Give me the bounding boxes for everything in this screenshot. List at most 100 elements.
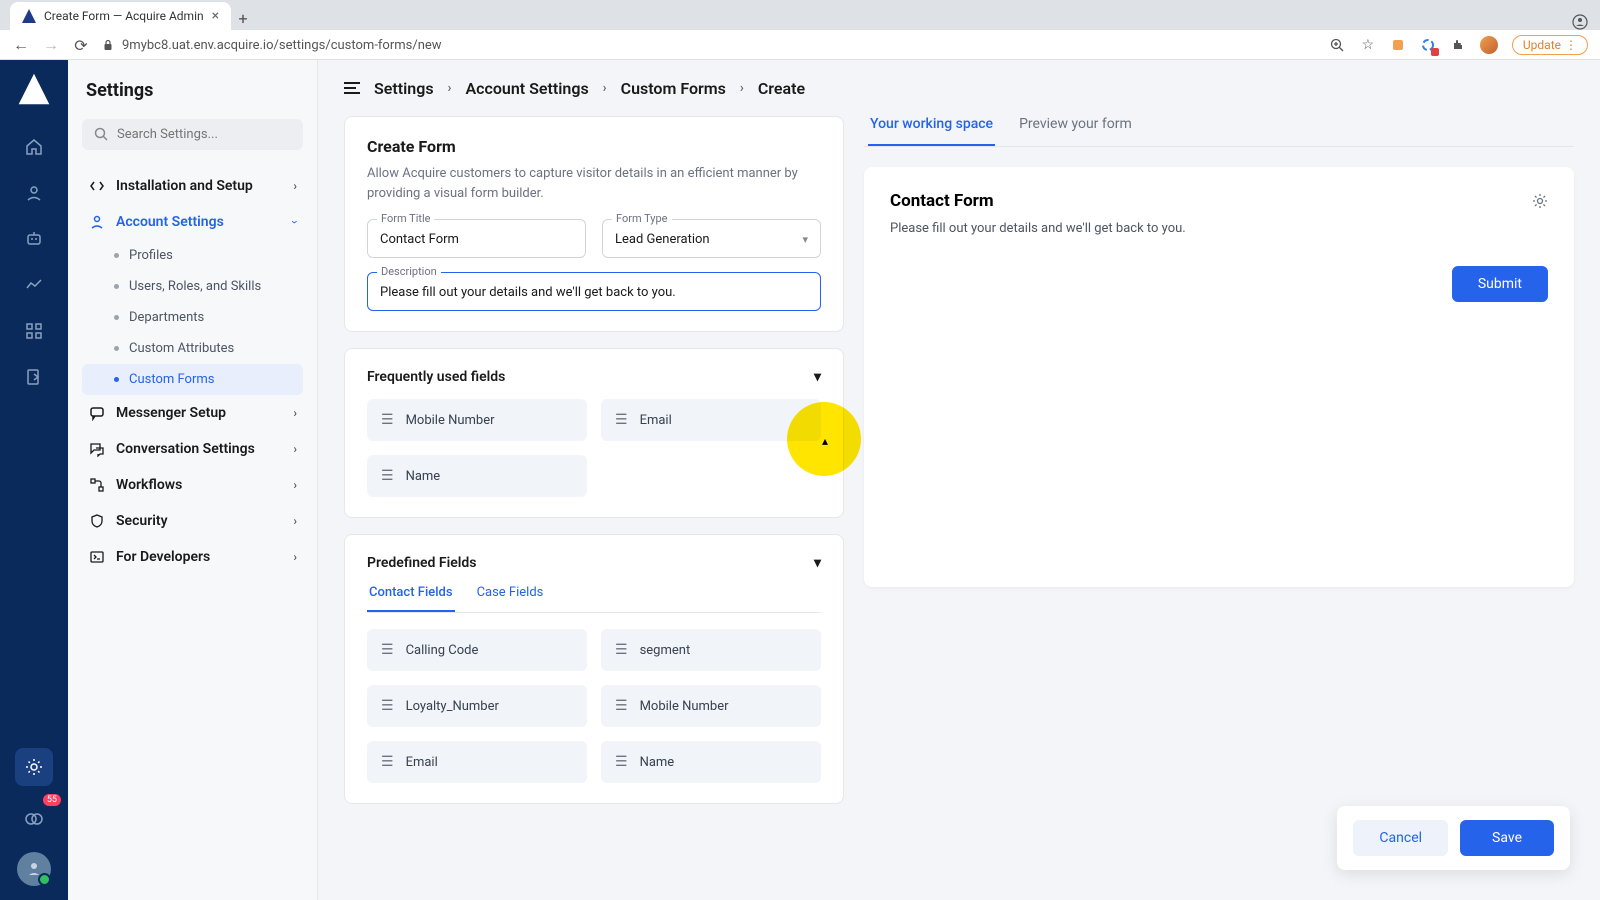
- breadcrumb: Settings › Account Settings › Custom For…: [374, 79, 805, 98]
- field-name[interactable]: ☰Name: [367, 455, 587, 497]
- drag-icon: ☰: [381, 412, 394, 428]
- crumb-account[interactable]: Account Settings: [465, 79, 588, 98]
- nav-conversation[interactable]: Conversation Settings ›: [82, 431, 303, 467]
- star-icon[interactable]: ☆: [1360, 37, 1376, 53]
- rail-settings-icon[interactable]: [15, 748, 53, 786]
- drag-icon: ☰: [381, 698, 394, 714]
- rail-user-avatar[interactable]: [17, 852, 51, 886]
- drag-icon: ☰: [381, 642, 394, 658]
- nav-custom-forms[interactable]: Custom Forms: [82, 364, 303, 395]
- nav-account-settings[interactable]: Account Settings ›: [82, 204, 303, 240]
- crumb-create: Create: [758, 79, 805, 98]
- field-loyalty[interactable]: ☰Loyalty_Number: [367, 685, 587, 727]
- nav-developers[interactable]: For Developers ›: [82, 539, 303, 575]
- drag-icon: ☰: [381, 468, 394, 484]
- cancel-button[interactable]: Cancel: [1353, 820, 1448, 856]
- rail-home-icon[interactable]: [15, 128, 53, 166]
- crumb-forms[interactable]: Custom Forms: [621, 79, 726, 98]
- drag-icon: ☰: [615, 754, 628, 770]
- field-email[interactable]: ☰Email: [601, 399, 821, 441]
- user-icon: [88, 214, 106, 230]
- nav-workflows[interactable]: Workflows ›: [82, 467, 303, 503]
- address-bar[interactable]: 9mybc8.uat.env.acquire.io/settings/custo…: [102, 38, 1318, 53]
- submit-button[interactable]: Submit: [1452, 266, 1548, 302]
- rail-analytics-icon[interactable]: [15, 266, 53, 304]
- profile-avatar-icon[interactable]: [1480, 36, 1498, 54]
- forward-button[interactable]: →: [42, 35, 60, 55]
- rail-bot-icon[interactable]: [15, 220, 53, 258]
- app-logo-icon[interactable]: [17, 72, 51, 106]
- favicon-icon: [22, 9, 36, 23]
- browser-tab[interactable]: Create Form — Acquire Admin ×: [10, 2, 231, 30]
- field-mobile[interactable]: ☰Mobile Number: [367, 399, 587, 441]
- save-button[interactable]: Save: [1460, 820, 1554, 856]
- notification-badge: 55: [43, 794, 61, 806]
- close-tab-icon[interactable]: ×: [212, 8, 219, 24]
- nav-rail: 55: [0, 60, 68, 900]
- nav-security[interactable]: Security ›: [82, 503, 303, 539]
- back-button[interactable]: ←: [12, 35, 30, 55]
- search-input[interactable]: [117, 127, 291, 142]
- gear-icon[interactable]: [1532, 193, 1548, 209]
- workflow-icon: [88, 477, 106, 493]
- drag-icon: ☰: [381, 754, 394, 770]
- chevron-right-icon: ›: [740, 81, 744, 96]
- chevron-down-icon[interactable]: ▾: [814, 369, 821, 385]
- extension2-icon[interactable]: [1420, 37, 1436, 53]
- drag-icon: ☰: [615, 698, 628, 714]
- zoom-icon[interactable]: [1330, 37, 1346, 53]
- rail-contacts-icon[interactable]: [15, 174, 53, 212]
- reload-button[interactable]: ⟳: [72, 36, 90, 55]
- tab-working-space[interactable]: Your working space: [868, 116, 995, 146]
- tab-preview-form[interactable]: Preview your form: [1017, 116, 1134, 146]
- form-type-label: Form Type: [612, 212, 672, 225]
- tab-contact-fields[interactable]: Contact Fields: [367, 585, 455, 612]
- field-name2[interactable]: ☰Name: [601, 741, 821, 783]
- create-form-card: Create Form Allow Acquire customers to c…: [344, 116, 844, 332]
- chevron-down-icon: ›: [288, 220, 302, 224]
- footer-actions: Cancel Save: [1337, 806, 1570, 870]
- rail-apps-icon[interactable]: [15, 312, 53, 350]
- crumb-settings[interactable]: Settings: [374, 79, 434, 98]
- nav-custom-attributes[interactable]: Custom Attributes: [82, 333, 303, 364]
- extension1-icon[interactable]: [1390, 37, 1406, 53]
- chevron-right-icon: ›: [603, 81, 607, 96]
- terminal-icon: [88, 549, 106, 565]
- chevron-right-icon: ›: [293, 550, 297, 564]
- nav-departments[interactable]: Departments: [82, 302, 303, 333]
- browser-chrome: Create Form — Acquire Admin × + ← → ⟳ 9m…: [0, 0, 1600, 60]
- nav-users-roles[interactable]: Users, Roles, and Skills: [82, 271, 303, 302]
- content-area: Settings › Account Settings › Custom For…: [318, 60, 1600, 900]
- card-title: Create Form: [367, 137, 821, 156]
- predefined-fields-title: Predefined Fields: [367, 555, 477, 571]
- field-mobile2[interactable]: ☰Mobile Number: [601, 685, 821, 727]
- topbar: Settings › Account Settings › Custom For…: [318, 60, 1600, 116]
- rail-notifications-icon[interactable]: 55: [15, 800, 53, 838]
- frequent-fields-title: Frequently used fields: [367, 369, 505, 385]
- chevron-down-icon: ▾: [802, 233, 808, 246]
- description-label: Description: [377, 265, 441, 278]
- frequent-fields-card: Frequently used fields ▾ ☰Mobile Number …: [344, 348, 844, 518]
- nav-installation[interactable]: Installation and Setup ›: [82, 168, 303, 204]
- chat-icon: [88, 441, 106, 457]
- code-icon: [88, 178, 106, 194]
- field-calling-code[interactable]: ☰Calling Code: [367, 629, 587, 671]
- nav-profiles[interactable]: Profiles: [82, 240, 303, 271]
- menu-icon: ⋮: [1565, 38, 1577, 52]
- search-input-wrap[interactable]: [82, 119, 303, 150]
- message-icon: [88, 405, 106, 421]
- predefined-fields-card: Predefined Fields ▾ Contact Fields Case …: [344, 534, 844, 804]
- field-email2[interactable]: ☰Email: [367, 741, 587, 783]
- nav-messenger[interactable]: Messenger Setup ›: [82, 395, 303, 431]
- extensions-icon[interactable]: [1450, 37, 1466, 53]
- new-tab-button[interactable]: +: [231, 6, 255, 30]
- update-button[interactable]: Update ⋮: [1512, 35, 1588, 55]
- chevron-down-icon[interactable]: ▾: [814, 555, 821, 571]
- search-icon: [94, 127, 109, 142]
- hamburger-icon[interactable]: [344, 82, 360, 94]
- account-switcher-icon[interactable]: [1572, 14, 1588, 30]
- chevron-right-icon: ›: [293, 514, 297, 528]
- tab-case-fields[interactable]: Case Fields: [475, 585, 546, 612]
- rail-export-icon[interactable]: [15, 358, 53, 396]
- field-segment[interactable]: ☰segment: [601, 629, 821, 671]
